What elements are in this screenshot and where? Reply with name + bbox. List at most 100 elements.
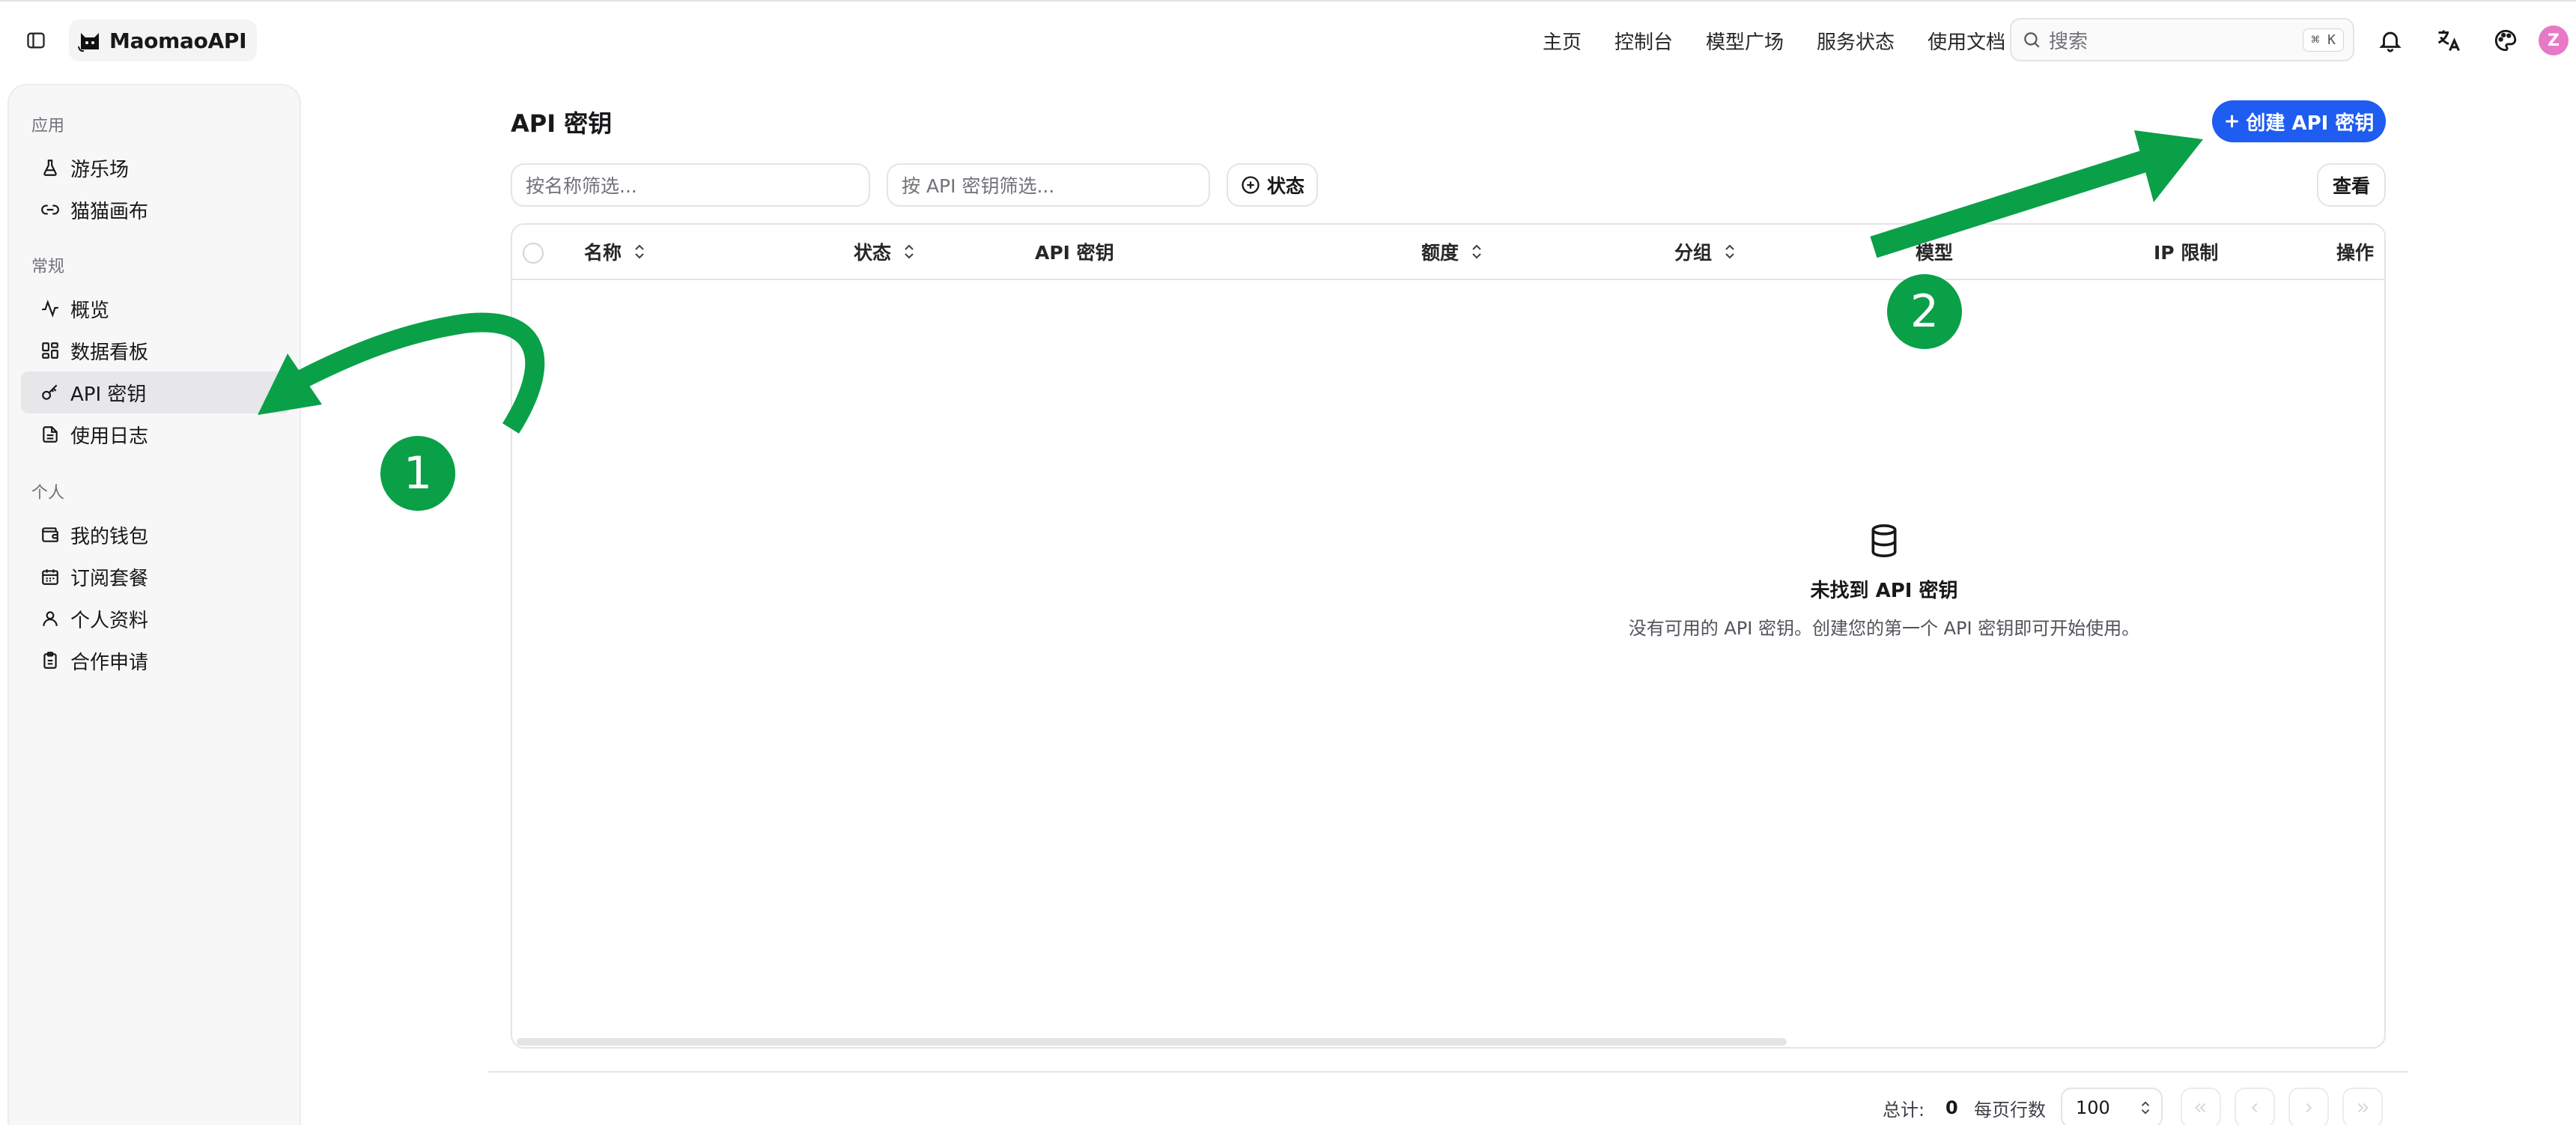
horizontal-scrollbar[interactable] xyxy=(517,1038,1787,1046)
nav-home[interactable]: 主页 xyxy=(1543,27,1582,55)
sidebar-item-overview[interactable]: 概览 xyxy=(21,288,291,330)
footer-divider xyxy=(488,1071,2408,1073)
name-filter-placeholder: 按名称筛选... xyxy=(526,175,637,197)
column-header-label: 额度 xyxy=(1421,242,1459,264)
column-header-label: IP 限制 xyxy=(2154,242,2219,264)
sidebar-item-canvas[interactable]: 猫猫画布 xyxy=(21,189,291,231)
column-header-actions: 操作 xyxy=(2336,225,2374,279)
top-nav: 主页 控制台 模型广场 服务状态 使用文档 xyxy=(1543,24,2005,57)
user-icon xyxy=(43,611,58,626)
cat-logo-icon xyxy=(78,33,99,52)
sidebar-item-usage-logs[interactable]: 使用日志 xyxy=(21,413,291,455)
sidebar-item-profile[interactable]: 个人资料 xyxy=(21,598,291,640)
search-shortcut: ⌘ K xyxy=(2303,28,2344,52)
bell-icon[interactable] xyxy=(2374,24,2407,57)
status-filter-label: 状态 xyxy=(1267,175,1305,197)
plus-circle-icon xyxy=(1242,176,1260,194)
column-header-ip-limit: IP 限制 xyxy=(2154,225,2218,279)
clipboard-icon xyxy=(43,652,57,669)
column-header-label: 状态 xyxy=(854,242,892,264)
top-header: MaomaoAPI 主页 控制台 模型广场 服务状态 使用文档 搜索 ⌘ K Z xyxy=(0,0,2576,78)
column-header-name[interactable]: 名称 xyxy=(584,225,647,279)
page-title: API 密钥 xyxy=(511,109,613,138)
brand-name: MaomaoAPI xyxy=(109,28,247,53)
sidebar-item-dashboard[interactable]: 数据看板 xyxy=(21,330,291,372)
api-keys-table: 名称 状态 API 密钥 额度 分组 模型 IP 限制 操作 未找到 API 密… xyxy=(511,223,2386,1049)
column-header-status[interactable]: 状态 xyxy=(854,225,917,279)
sidebar-section-general: 常规 xyxy=(31,258,65,276)
nav-console[interactable]: 控制台 xyxy=(1614,27,1673,55)
chevron-up-down-icon xyxy=(2141,1101,2150,1115)
prev-page-button[interactable] xyxy=(2235,1088,2275,1125)
sidebar-item-label: 个人资料 xyxy=(70,609,149,632)
total-value: 0 xyxy=(1945,1097,1958,1118)
sidebar-item-label: 订阅套餐 xyxy=(70,567,149,590)
column-header-quota[interactable]: 额度 xyxy=(1421,225,1484,279)
link-icon xyxy=(41,204,59,215)
name-filter-input[interactable]: 按名称筛选... xyxy=(511,163,870,207)
search-input[interactable]: 搜索 ⌘ K xyxy=(2010,18,2354,61)
sidebar-item-partnership[interactable]: 合作申请 xyxy=(21,640,291,682)
wallet-icon xyxy=(42,527,58,542)
search-icon xyxy=(2024,32,2040,48)
sort-icon xyxy=(905,244,914,259)
calendar-icon xyxy=(42,569,58,585)
empty-state-title: 未找到 API 密钥 xyxy=(1810,580,1958,602)
rows-per-page-select[interactable]: 100 xyxy=(2061,1088,2163,1125)
activity-icon xyxy=(42,300,58,318)
annotation-badge-2: 2 xyxy=(1887,274,1962,349)
sidebar-item-subscription[interactable]: 订阅套餐 xyxy=(21,556,291,598)
sidebar-item-label: 游乐场 xyxy=(70,158,130,181)
empty-state-description: 没有可用的 API 密钥。创建您的第一个 API 密钥即可开始使用。 xyxy=(1628,618,2140,639)
empty-state: 未找到 API 密钥 没有可用的 API 密钥。创建您的第一个 API 密钥即可… xyxy=(1614,518,2154,640)
column-header-label: 模型 xyxy=(1916,242,1954,264)
column-header-group[interactable]: 分组 xyxy=(1674,225,1737,279)
chevron-right-icon xyxy=(2306,1103,2312,1113)
table-header: 名称 状态 API 密钥 额度 分组 模型 IP 限制 操作 xyxy=(512,225,2384,280)
translate-icon[interactable] xyxy=(2432,24,2465,57)
sidebar-item-wallet[interactable]: 我的钱包 xyxy=(21,514,291,556)
sidebar-item-api-keys[interactable]: API 密钥 xyxy=(21,372,291,413)
sort-icon xyxy=(635,244,644,259)
key-icon xyxy=(42,384,58,400)
palette-icon[interactable] xyxy=(2489,24,2522,57)
sidebar-item-label: 合作申请 xyxy=(70,651,149,674)
last-page-button[interactable] xyxy=(2342,1088,2383,1125)
sidebar-item-playground[interactable]: 游乐场 xyxy=(21,147,291,189)
brand-logo[interactable]: MaomaoAPI xyxy=(69,19,258,61)
database-icon xyxy=(1862,518,1907,563)
chevrons-left-icon xyxy=(2195,1103,2206,1113)
chevron-left-icon xyxy=(2251,1103,2258,1113)
dashboard-icon xyxy=(42,342,58,359)
rows-per-page-label: 每页行数 xyxy=(1974,1099,2046,1121)
view-options-button[interactable]: 查看 xyxy=(2317,163,2386,207)
key-filter-input[interactable]: 按 API 密钥筛选... xyxy=(887,163,1210,207)
sort-icon xyxy=(1725,244,1734,259)
rows-per-page-value: 100 xyxy=(2076,1097,2110,1118)
select-all-checkbox[interactable] xyxy=(523,243,544,264)
nav-docs[interactable]: 使用文档 xyxy=(1928,27,2005,55)
annotation-badge-1: 1 xyxy=(380,436,455,511)
nav-status[interactable]: 服务状态 xyxy=(1817,27,1895,55)
create-api-key-label: 创建 API 密钥 xyxy=(2246,112,2375,135)
sidebar-toggle-icon[interactable] xyxy=(22,27,49,54)
sidebar-section-apps: 应用 xyxy=(31,117,65,136)
sidebar-item-label: 概览 xyxy=(70,299,110,322)
key-filter-placeholder: 按 API 密钥筛选... xyxy=(902,175,1055,197)
column-header-label: 分组 xyxy=(1674,242,1713,264)
first-page-button[interactable] xyxy=(2181,1088,2221,1125)
status-filter-button[interactable]: 状态 xyxy=(1227,163,1319,207)
sidebar-item-label: 数据看板 xyxy=(70,341,149,364)
next-page-button[interactable] xyxy=(2288,1088,2329,1125)
search-placeholder: 搜索 xyxy=(2049,30,2089,53)
column-header-api-key: API 密钥 xyxy=(1035,225,1114,279)
file-text-icon xyxy=(43,426,58,443)
avatar[interactable]: Z xyxy=(2539,25,2569,55)
sidebar-item-label: 我的钱包 xyxy=(70,525,149,548)
nav-models[interactable]: 模型广场 xyxy=(1706,27,1784,55)
column-header-model: 模型 xyxy=(1916,225,1953,279)
chevrons-right-icon xyxy=(2357,1103,2369,1113)
sidebar-item-label: 猫猫画布 xyxy=(70,200,149,223)
create-api-key-button[interactable]: + 创建 API 密钥 xyxy=(2212,100,2386,142)
flask-icon xyxy=(43,160,57,176)
